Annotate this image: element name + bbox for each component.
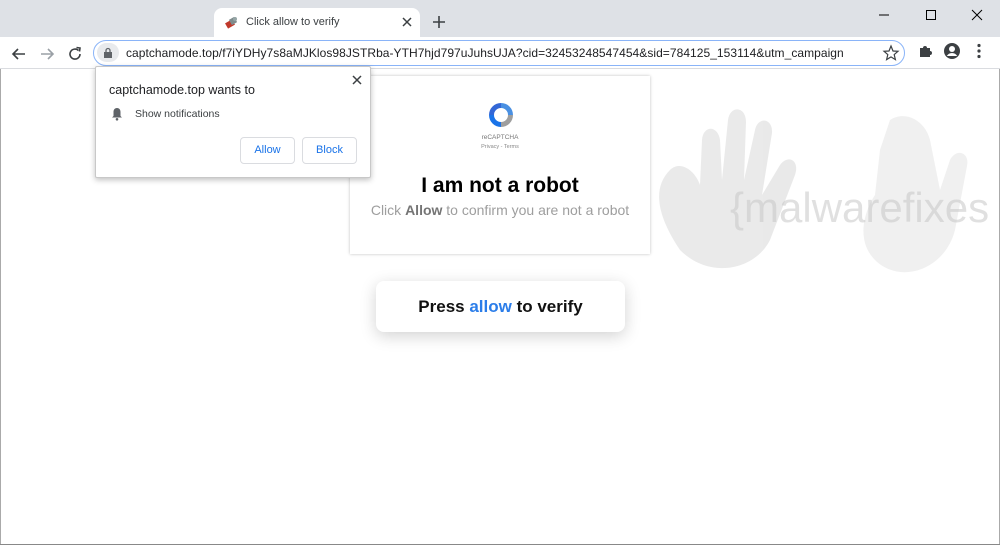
puzzle-favicon-icon (225, 16, 238, 29)
recaptcha-brand: reCAPTCHA (481, 134, 519, 141)
notification-permission-popup: captchamode.top wants to Show notificati… (95, 66, 371, 178)
close-window-button[interactable] (954, 0, 1000, 30)
watermark: {malwarefixes (659, 109, 989, 273)
bookmark-star-icon[interactable] (882, 44, 900, 62)
close-icon (971, 9, 983, 21)
popup-close-icon[interactable] (349, 72, 365, 88)
arrow-right-icon (41, 48, 55, 60)
terms-link[interactable]: Terms (504, 144, 519, 150)
profile-avatar-icon[interactable] (943, 42, 961, 60)
address-bar[interactable]: captchamode.top/f7iYDHy7s8aMJKlos98JSTRb… (93, 40, 905, 66)
verify-highlight: allow (469, 297, 512, 316)
block-button[interactable]: Block (302, 137, 357, 164)
lock-icon (104, 47, 112, 58)
recaptcha-logo-icon (489, 103, 513, 127)
allow-button[interactable]: Allow (240, 137, 295, 164)
tab-close-icon[interactable] (398, 13, 416, 31)
maximize-button[interactable] (908, 0, 954, 30)
captcha-subtitle: Click Allow to confirm you are not a rob… (350, 202, 650, 218)
browser-titlebar: Click allow to verify (0, 0, 1000, 37)
verify-banner: Press allow to verify (376, 281, 625, 332)
tab-title: Click allow to verify (246, 16, 340, 28)
captcha-card: reCAPTCHA Privacy - Terms I am not a rob… (350, 76, 650, 254)
permission-title: captchamode.top wants to (109, 83, 255, 97)
maximize-icon (926, 10, 936, 20)
minimize-icon (879, 14, 889, 16)
site-info-button[interactable] (97, 43, 119, 62)
watermark-text: {malwarefixes (730, 184, 989, 231)
verify-suffix: to verify (511, 297, 583, 316)
back-button[interactable] (8, 43, 30, 65)
captcha-sub-bold: Allow (405, 202, 443, 218)
new-tab-icon[interactable] (430, 13, 448, 31)
reload-icon (69, 46, 81, 60)
browser-toolbar: captchamode.top/f7iYDHy7s8aMJKlos98JSTRb… (0, 37, 1000, 69)
captcha-title: I am not a robot (421, 174, 579, 197)
more-menu-icon[interactable] (970, 42, 988, 60)
captcha-sub-suffix: to confirm you are not a robot (442, 202, 630, 218)
window-border-left (0, 69, 1, 545)
reload-button[interactable] (64, 43, 86, 65)
recaptcha-links: Privacy - Terms (350, 144, 650, 150)
minimize-button[interactable] (861, 0, 907, 30)
bell-icon (112, 108, 122, 121)
captcha-sub-prefix: Click (370, 202, 406, 218)
browser-tab[interactable]: Click allow to verify (214, 8, 420, 37)
permission-text: Show notifications (135, 108, 220, 120)
arrow-left-icon (11, 48, 25, 60)
url-text: captchamode.top/f7iYDHy7s8aMJKlos98JSTRb… (126, 46, 844, 60)
verify-prefix: Press (418, 297, 470, 316)
forward-button[interactable] (36, 43, 58, 65)
extensions-puzzle-icon[interactable] (917, 42, 935, 60)
privacy-link[interactable]: Privacy (481, 144, 499, 150)
